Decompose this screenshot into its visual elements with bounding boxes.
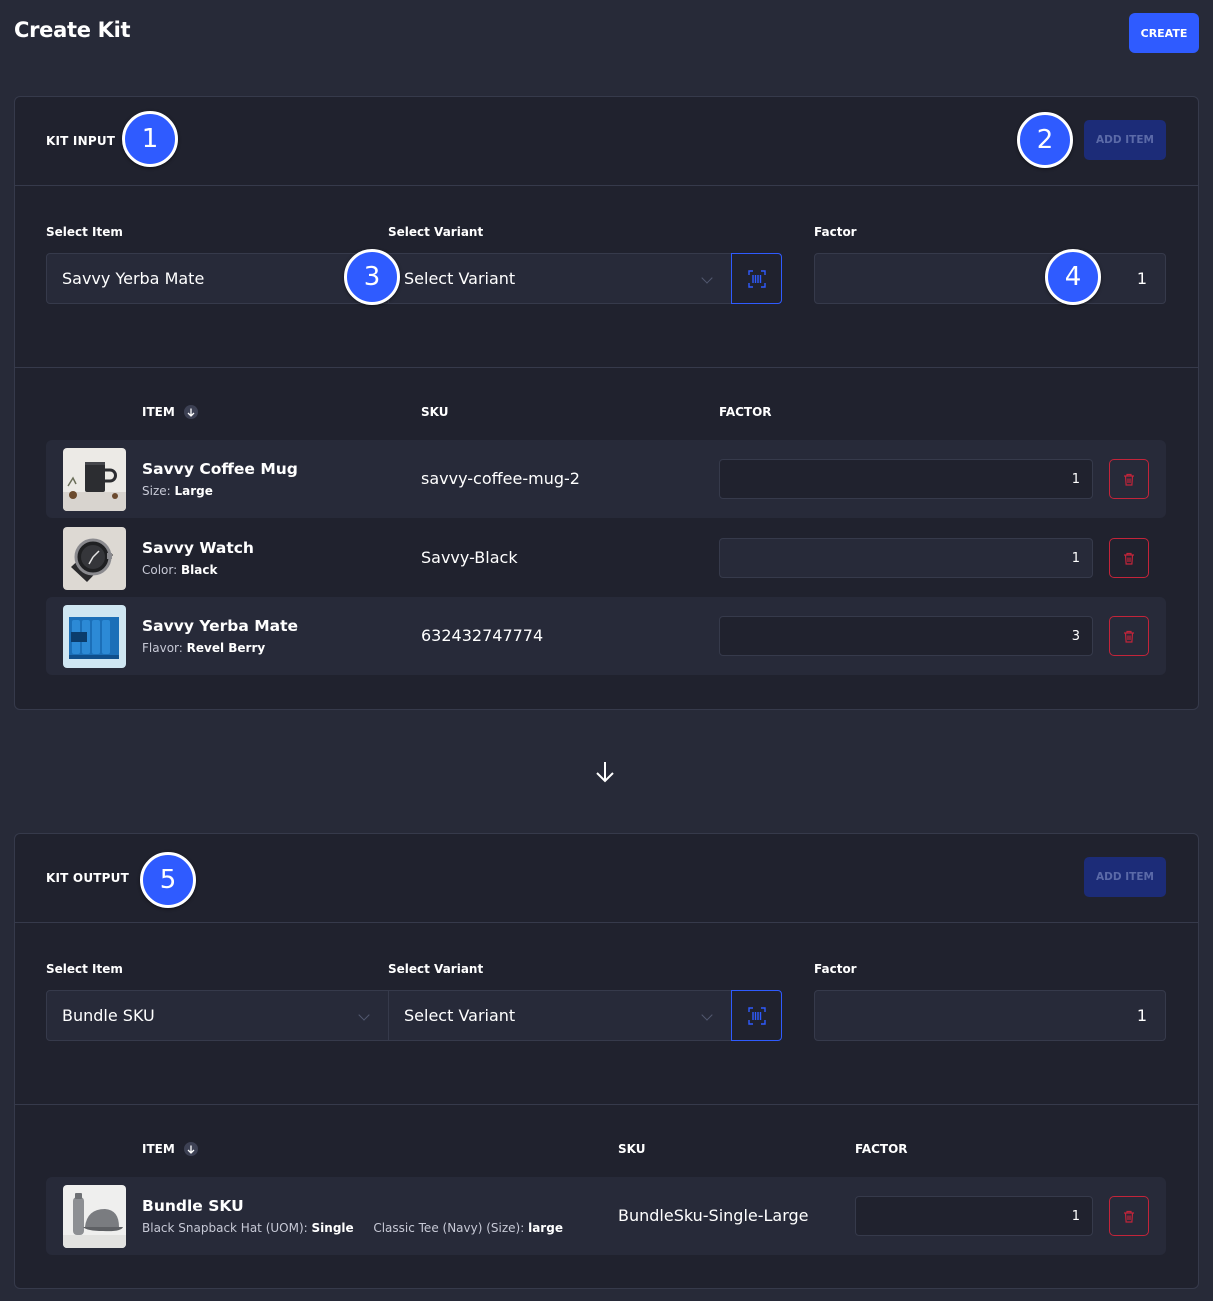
row-factor-field[interactable]: 3 bbox=[719, 616, 1093, 656]
select-item-value: Savvy Yerba Mate bbox=[62, 269, 205, 288]
table-row: Bundle SKU Black Snapback Hat (UOM): Sin… bbox=[46, 1177, 1166, 1255]
trash-icon bbox=[1124, 630, 1134, 643]
column-header-sku: SKU bbox=[618, 1142, 646, 1156]
row-factor-field[interactable]: 1 bbox=[855, 1196, 1093, 1236]
trash-icon bbox=[1124, 1210, 1134, 1223]
column-header-item-label: ITEM bbox=[142, 1142, 175, 1156]
item-attribute: Black Snapback Hat (UOM): Single Classic… bbox=[142, 1221, 563, 1235]
bundle-image bbox=[63, 1185, 126, 1248]
annotation-badge-4: 4 bbox=[1045, 249, 1101, 305]
row-factor-field[interactable]: 1 bbox=[719, 459, 1093, 499]
delete-row-button[interactable] bbox=[1109, 1196, 1149, 1236]
delete-row-button[interactable] bbox=[1109, 459, 1149, 499]
kit-input-factor-field[interactable]: 1 bbox=[814, 253, 1166, 304]
kit-input-select-item[interactable]: Savvy Yerba Mate bbox=[46, 253, 389, 304]
select-variant-value: Select Variant bbox=[404, 1006, 516, 1025]
attribute-label: Color: bbox=[142, 563, 178, 577]
annotation-badge-2: 2 bbox=[1017, 112, 1073, 168]
column-header-factor: FACTOR bbox=[719, 405, 772, 419]
annotation-badge-1: 1 bbox=[122, 111, 178, 167]
factor-label: Factor bbox=[814, 225, 857, 239]
attribute-label: Classic Tee (Navy) (Size): bbox=[373, 1221, 525, 1235]
select-variant-label: Select Variant bbox=[388, 225, 484, 239]
column-header-item-label: ITEM bbox=[142, 405, 175, 419]
trash-icon bbox=[1124, 473, 1134, 486]
kit-input-barcode-scan-button[interactable] bbox=[731, 253, 782, 304]
item-attribute: Color: Black bbox=[142, 563, 217, 577]
item-name: Bundle SKU bbox=[142, 1197, 244, 1215]
kit-output-card: KIT OUTPUT ADD ITEM Select Item Select V… bbox=[14, 833, 1199, 1289]
item-name: Savvy Yerba Mate bbox=[142, 617, 299, 635]
attribute-value: Single bbox=[311, 1221, 354, 1235]
page-header: Create Kit CREATE bbox=[0, 0, 1213, 66]
chevron-down-icon bbox=[358, 1009, 370, 1021]
row-factor-field[interactable]: 1 bbox=[719, 538, 1093, 578]
kit-output-add-item-button[interactable]: ADD ITEM bbox=[1084, 857, 1166, 897]
item-sku: savvy-coffee-mug-2 bbox=[421, 469, 580, 488]
item-sku: Savvy-Black bbox=[421, 548, 518, 567]
kit-output-select-variant[interactable]: Select Variant bbox=[388, 990, 732, 1041]
arrow-down-icon bbox=[594, 760, 616, 788]
page-title: Create Kit bbox=[14, 18, 131, 42]
barcode-scan-icon bbox=[747, 269, 766, 288]
table-row: Savvy Watch Color: Black Savvy-Black 1 bbox=[46, 519, 1166, 597]
select-item-label: Select Item bbox=[46, 962, 123, 976]
select-item-label: Select Item bbox=[46, 225, 123, 239]
trash-icon bbox=[1124, 552, 1134, 565]
annotation-badge-5: 5 bbox=[140, 852, 196, 908]
column-header-item[interactable]: ITEM bbox=[142, 1142, 198, 1156]
select-variant-label: Select Variant bbox=[388, 962, 484, 976]
kit-input-card: KIT INPUT ADD ITEM Select Item Select Va… bbox=[14, 96, 1199, 710]
table-row: Savvy Coffee Mug Size: Large savvy-coffe… bbox=[46, 440, 1166, 518]
factor-label: Factor bbox=[814, 962, 857, 976]
attribute-label: Black Snapback Hat (UOM): bbox=[142, 1221, 308, 1235]
sort-down-icon[interactable] bbox=[183, 1142, 198, 1156]
table-row: Savvy Yerba Mate Flavor: Revel Berry 632… bbox=[46, 597, 1166, 675]
watch-image bbox=[63, 527, 126, 590]
attribute-value: Large bbox=[174, 484, 213, 498]
chevron-down-icon bbox=[701, 1009, 713, 1021]
column-header-sku: SKU bbox=[421, 405, 449, 419]
kit-output-divider bbox=[15, 1104, 1198, 1105]
item-attribute: Size: Large bbox=[142, 484, 213, 498]
attribute-label: Size: bbox=[142, 484, 171, 498]
create-button[interactable]: CREATE bbox=[1129, 13, 1199, 53]
item-attribute: Flavor: Revel Berry bbox=[142, 641, 265, 655]
column-header-item[interactable]: ITEM bbox=[142, 405, 198, 419]
select-item-value: Bundle SKU bbox=[62, 1006, 155, 1025]
kit-input-title: KIT INPUT bbox=[46, 134, 116, 148]
kit-output-barcode-scan-button[interactable] bbox=[731, 990, 782, 1041]
kit-output-select-item[interactable]: Bundle SKU bbox=[46, 990, 389, 1041]
annotation-badge-3: 3 bbox=[344, 249, 400, 305]
delete-row-button[interactable] bbox=[1109, 538, 1149, 578]
kit-input-divider bbox=[15, 367, 1198, 368]
chevron-down-icon bbox=[701, 272, 713, 284]
sort-down-icon[interactable] bbox=[183, 405, 198, 419]
coffee-mug-image bbox=[63, 448, 126, 511]
attribute-label: Flavor: bbox=[142, 641, 183, 655]
kit-input-add-item-button[interactable]: ADD ITEM bbox=[1084, 120, 1166, 160]
select-variant-value: Select Variant bbox=[404, 269, 516, 288]
barcode-scan-icon bbox=[747, 1006, 766, 1025]
attribute-value: Black bbox=[181, 563, 218, 577]
attribute-value: large bbox=[528, 1221, 563, 1235]
kit-input-select-variant[interactable]: Select Variant bbox=[388, 253, 732, 304]
yerba-mate-image bbox=[63, 605, 126, 668]
item-sku: BundleSku-Single-Large bbox=[618, 1206, 809, 1225]
item-name: Savvy Coffee Mug bbox=[142, 460, 298, 478]
attribute-value: Revel Berry bbox=[186, 641, 266, 655]
item-name: Savvy Watch bbox=[142, 539, 254, 557]
kit-output-title: KIT OUTPUT bbox=[46, 871, 129, 885]
delete-row-button[interactable] bbox=[1109, 616, 1149, 656]
column-header-factor: FACTOR bbox=[855, 1142, 908, 1156]
kit-output-factor-field[interactable]: 1 bbox=[814, 990, 1166, 1041]
item-sku: 632432747774 bbox=[421, 626, 544, 645]
